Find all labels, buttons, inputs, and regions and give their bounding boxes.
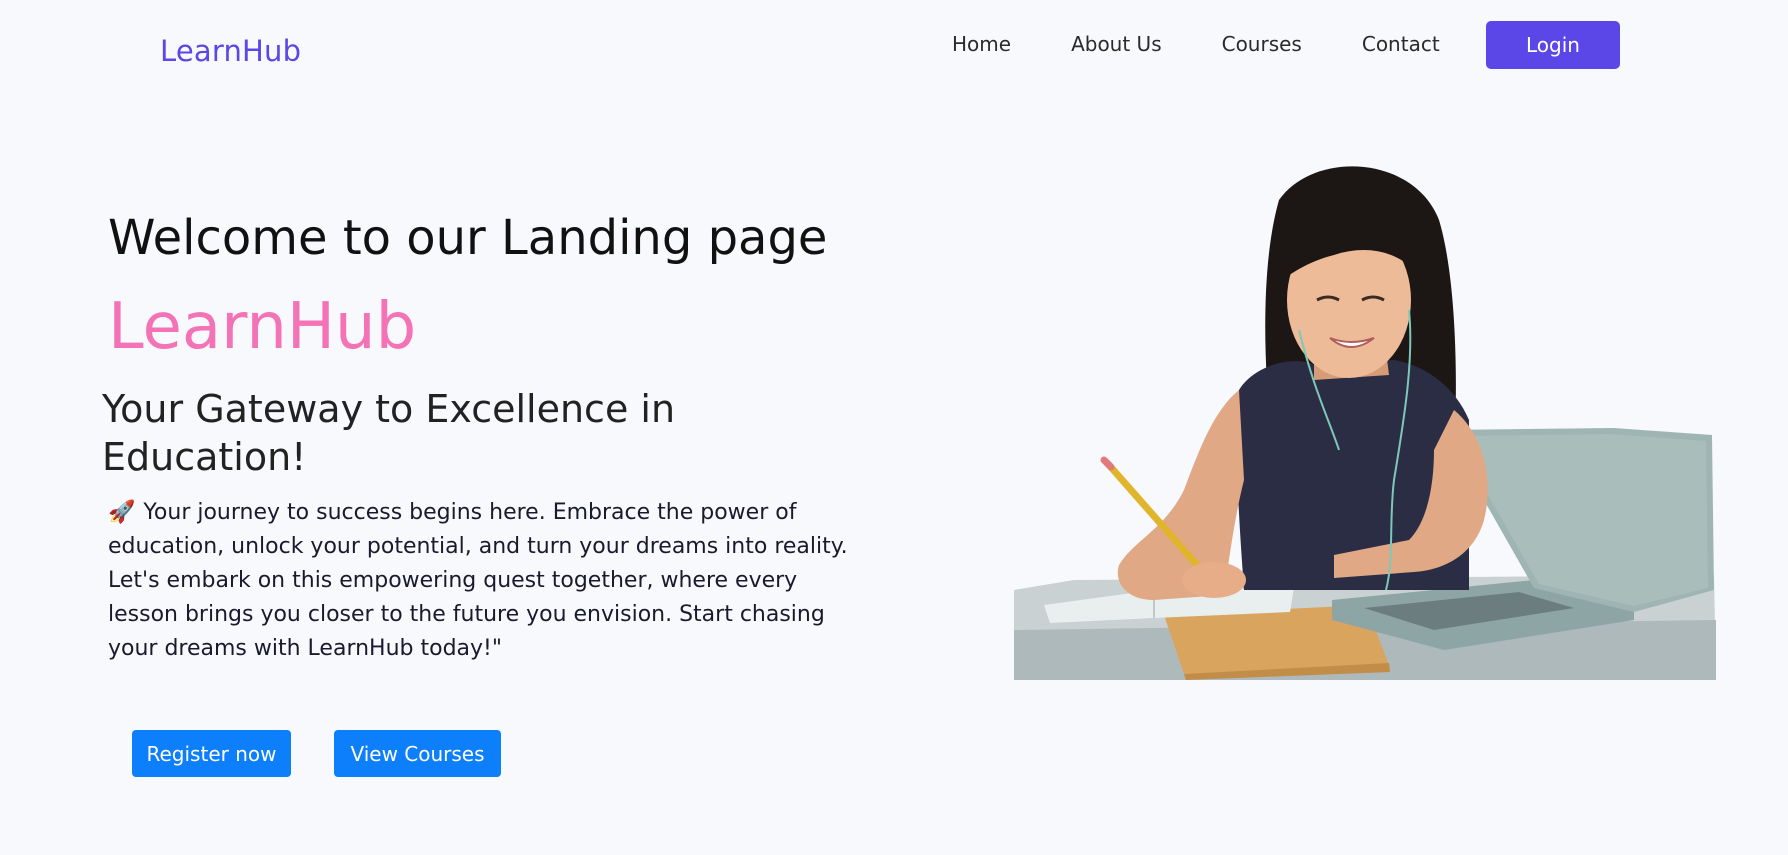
nav-about-us[interactable]: About Us [1071,32,1162,56]
landing-page: LearnHub Home About Us Courses Contact L… [0,0,1788,855]
hero-brand-heading: LearnHub [108,290,417,364]
hero-intro-text: Your journey to success begins here. Emb… [108,500,848,661]
main-nav: Home About Us Courses Contact [952,32,1440,56]
hero-tagline: Your Gateway to Excellence in Education! [102,387,676,479]
view-courses-button[interactable]: View Courses [334,730,501,777]
brand-logo[interactable]: LearnHub [160,34,301,68]
hero-welcome-heading: Welcome to our Landing page [108,210,828,266]
nav-courses[interactable]: Courses [1222,32,1302,56]
rocket-icon: 🚀 [108,500,136,525]
login-button[interactable]: Login [1486,21,1620,69]
nav-contact[interactable]: Contact [1362,32,1440,56]
student-with-laptop-image [1014,166,1716,680]
nav-home[interactable]: Home [952,32,1011,56]
register-now-button[interactable]: Register now [132,730,291,777]
hero-intro-paragraph: 🚀 Your journey to success begins here. Em… [108,496,868,666]
